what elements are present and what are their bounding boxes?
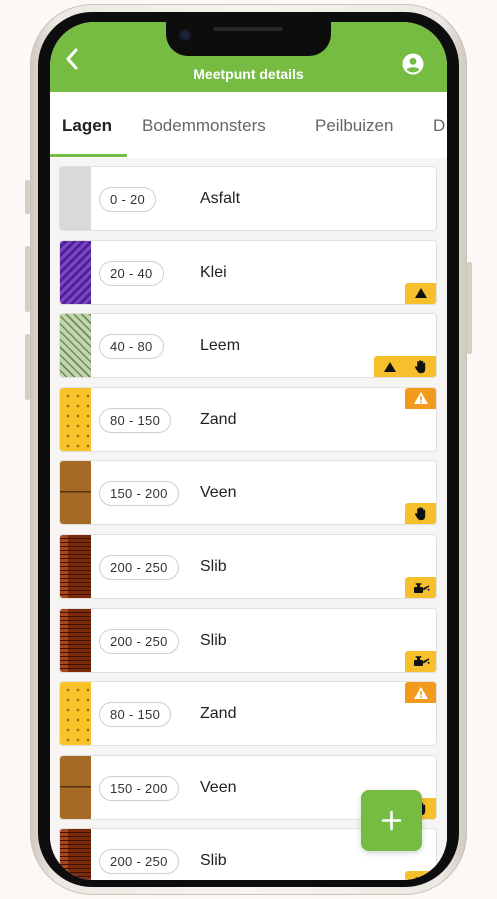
soil-pattern-swatch [60,608,91,672]
layer-badges [405,650,436,672]
soil-pattern-swatch [60,682,91,746]
depth-range-pill: 80 - 150 [99,702,172,728]
layer-row[interactable]: 150 - 200 Veen [59,460,437,526]
hand-icon [405,503,436,524]
soil-type-label: Klei [200,263,227,281]
depth-range-pill: 200 - 250 [99,849,179,875]
active-tab-indicator [50,154,127,157]
layer-badges [405,682,436,704]
tab-bodemmonsters[interactable]: Bodemmonsters [142,116,266,136]
triangle-icon [374,356,405,377]
depth-range-pill: 80 - 150 [99,407,172,433]
soil-pattern-swatch [60,461,91,525]
speaker-grille [213,27,283,31]
soil-pattern-swatch [60,755,91,819]
soil-type-label: Zand [200,410,237,428]
soil-type-label: Slib [200,558,227,575]
soil-pattern-swatch [60,829,91,880]
soil-type-label: Veen [200,484,237,502]
soil-type-label: Leem [200,337,241,355]
soil-pattern-swatch [60,535,91,598]
hand-icon [405,356,436,377]
app-screen: 1257 Meetpunt details Lagen Bodemmonster… [50,22,447,880]
soil-type-label: Asfalt [200,190,241,207]
triangle-icon [405,283,436,304]
oil-can-icon [405,651,436,672]
layer-badges [405,577,436,598]
layer-badges [405,503,436,525]
depth-range-pill: 200 - 250 [99,555,179,580]
depth-range-pill: 40 - 80 [99,334,164,360]
layer-row[interactable]: 200 - 250 Slib [59,607,437,673]
layer-badges [405,387,436,409]
layer-badges [374,356,436,378]
layer-row[interactable]: 0 - 20 Asfalt [59,166,437,231]
soil-type-label: Veen [200,778,237,796]
soil-type-label: Zand [200,705,237,723]
page-title: Meetpunt details [193,66,304,82]
tab-bar: Lagen Bodemmonsters Peilbuizen D [50,92,447,158]
soil-pattern-swatch [60,314,91,378]
soil-type-label: Slib [200,852,227,870]
depth-range-pill: 200 - 250 [99,628,179,654]
depth-range-pill: 0 - 20 [99,187,157,212]
phone-mute-button [25,180,30,214]
tab-next-partial[interactable]: D [433,116,445,136]
depth-range-pill: 20 - 40 [99,260,164,286]
camera-icon [180,30,190,40]
phone-volume-down-button [25,334,30,400]
depth-range-pill: 150 - 200 [99,775,179,801]
user-account-icon[interactable] [402,53,424,75]
layer-list[interactable]: 0 - 20 Asfalt 20 - 40 Klei 40 - 80 Leem 80 - 1… [50,158,447,880]
layer-row[interactable]: 40 - 80 Leem [59,313,437,379]
layer-badges [405,871,436,880]
warning-icon [405,682,436,703]
layer-row[interactable]: 80 - 150 Zand [59,681,437,747]
phone-power-button [467,262,472,354]
soil-pattern-swatch [60,167,91,230]
phone-notch [166,22,331,56]
layer-row[interactable]: 80 - 150 Zand [59,386,437,452]
soil-pattern-swatch [60,240,91,304]
tab-peilbuizen[interactable]: Peilbuizen [315,116,393,136]
soil-type-label: Slib [200,631,227,649]
phone-volume-up-button [25,246,30,312]
tab-lagen[interactable]: Lagen [62,116,112,136]
depth-range-pill: 150 - 200 [99,481,179,507]
layer-row[interactable]: 20 - 40 Klei [59,239,437,305]
oil-can-icon [405,577,436,598]
soil-pattern-swatch [60,387,91,451]
plus-icon [381,810,402,831]
warning-icon [405,388,436,409]
layer-row[interactable]: 200 - 250 Slib [59,534,437,599]
add-layer-button[interactable] [361,790,422,851]
oil-can-icon [405,871,436,880]
layer-badges [405,282,436,304]
